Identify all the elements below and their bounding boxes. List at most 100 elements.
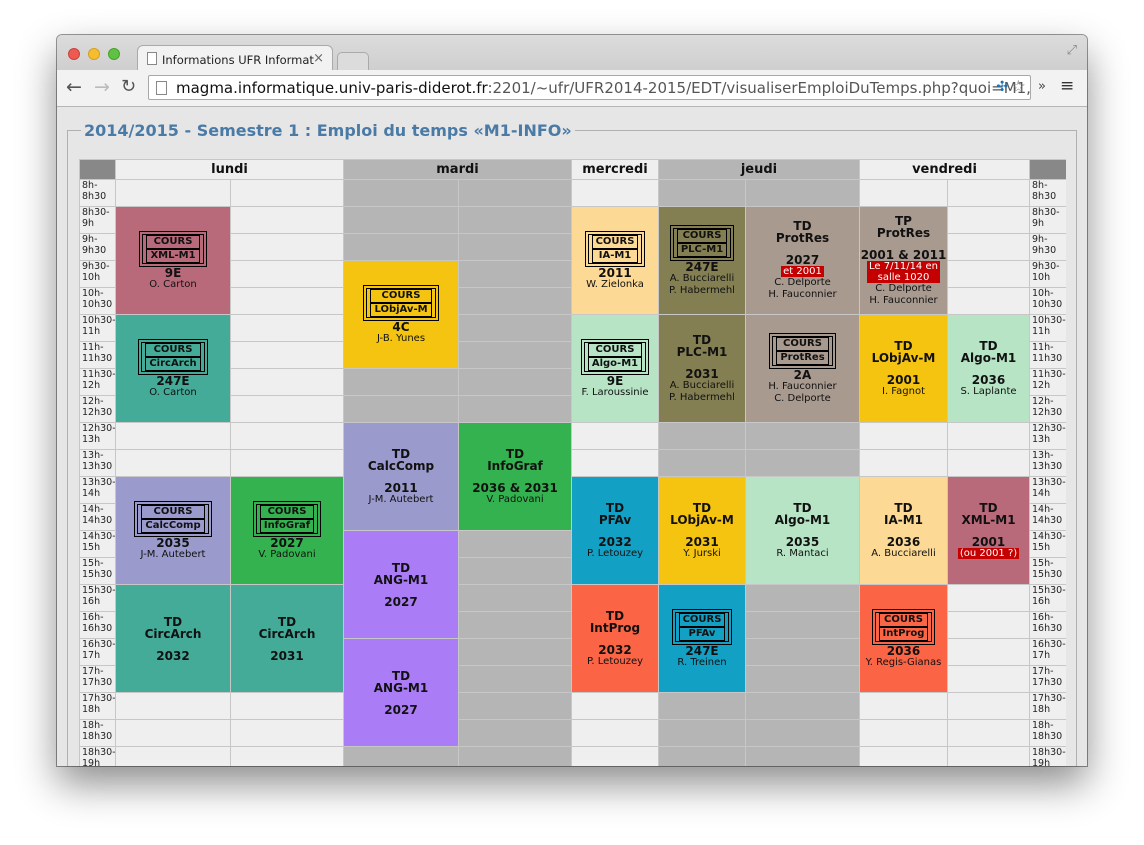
time-label: 15h30- 16h [80,585,115,611]
course-label-box: COURS PFAv [671,608,733,645]
empty-slot [746,180,859,206]
course-type: TD [163,614,183,629]
course-block: TD PLC-M1 2031 A. Bucciarelli P. Habermehl [659,315,745,422]
teacher: J-M. Autebert [140,548,206,560]
browser-tab[interactable]: Informations UFR Informat × [137,45,333,71]
room: 247E [156,373,190,388]
empty-slot [746,585,859,611]
course-label-box: COURS IA-M1 [584,230,646,267]
module-name: Algo-M1 [774,512,831,527]
empty-slot [231,315,343,341]
time-label: 13h- 13h30 [1030,450,1066,476]
time-label: 9h- 9h30 [1030,234,1066,260]
address-bar[interactable]: magma.informatique.univ-paris-diderot.fr… [148,75,1031,100]
time-label: 9h30- 10h [1030,261,1066,287]
time-label: 18h30- 19h [1030,747,1066,766]
empty-slot [459,720,571,746]
course-label-box: COURS PLC-M1 [669,224,735,261]
empty-slot [231,342,343,368]
module-name: XML-M1 [146,248,200,263]
empty-slot [344,207,458,233]
time-label: 18h30- 19h [80,747,115,766]
empty-slot [948,234,1029,260]
room: 247E [685,259,719,274]
teacher: V. Padovani [258,548,316,560]
course-label: COURS InfoGraf [255,503,319,534]
teacher: O. Carton [149,386,197,398]
empty-slot [948,450,1029,476]
time-label: 13h- 13h30 [80,450,115,476]
room: 2011 [384,480,418,495]
course-type: TD [692,332,712,347]
zoom-window-button[interactable] [108,48,120,60]
time-label: 14h30- 15h [1030,531,1066,557]
teacher: S. Laplante [960,385,1017,397]
course-type: COURS [259,504,315,519]
course-type: COURS [146,234,200,249]
teacher: V. Padovani [486,493,544,505]
time-label: 13h30- 14h [80,477,115,503]
forward-arrow-icon[interactable]: → [94,76,110,98]
module-name: IntProg [878,626,929,641]
empty-slot [459,396,571,422]
time-label: 16h- 16h30 [1030,612,1066,638]
corner-cell [1030,160,1066,179]
corner-cell [80,160,115,179]
course-block: TD IA-M1 2036 A. Bucciarelli [860,477,947,584]
empty-slot [659,720,745,746]
day-header: mardi [344,160,571,179]
time-label: 9h30- 10h [80,261,115,287]
empty-slot [860,693,947,719]
time-label: 16h30- 17h [80,639,115,665]
course-type: TD [979,338,998,353]
fullscreen-icon[interactable]: ⤢ [1067,43,1077,58]
empty-slot [459,369,571,395]
empty-slot [459,207,571,233]
minimize-window-button[interactable] [88,48,100,60]
bookmark-star-icon[interactable]: ☆ [1011,77,1026,97]
menu-icon[interactable]: ≡ [1060,76,1074,96]
browser-toolbar: ← → ↻ magma.informatique.univ-paris-dide… [57,70,1087,107]
course-label-box: COURS CalcComp [134,500,212,537]
empty-slot [948,585,1029,611]
reload-icon[interactable]: ↻ [121,76,136,97]
empty-slot [231,288,343,314]
empty-slot [948,612,1029,638]
empty-slot [948,747,1029,766]
empty-slot [948,288,1029,314]
tab-close-icon[interactable]: × [313,51,324,66]
teacher: J-M. Autebert [368,493,434,505]
course-block: TD XML-M1 2001 (ou 2001 ?) [948,477,1029,584]
empty-slot [948,639,1029,665]
course-label-box: COURS InfoGraf [252,500,322,537]
time-label: 8h30- 9h [80,207,115,233]
empty-slot [459,180,571,206]
course-type: COURS [587,342,643,357]
time-label: 17h30- 18h [80,693,115,719]
room: 2027 [785,253,820,267]
more-extensions-button[interactable]: » [1038,79,1046,94]
module-name: InfoGraf [487,458,543,473]
close-window-button[interactable] [68,48,80,60]
time-label: 10h30- 11h [1030,315,1066,341]
empty-slot [231,747,343,766]
room: 2001 & 2011 [860,247,947,262]
new-tab-button[interactable] [337,52,369,71]
room: 9E [606,373,624,388]
empty-slot [746,666,859,692]
course-block: TD ANG-M1 2027 [344,639,458,746]
course-label: COURS PFAv [674,611,730,642]
time-label: 17h30- 18h [1030,693,1066,719]
course-block: COURS XML-M1 9E O. Carton [116,207,230,314]
time-label: 10h- 10h30 [80,288,115,314]
empty-slot [231,261,343,287]
course-type: COURS [591,234,639,249]
extension-icon[interactable]: ✣ [996,79,1008,95]
room: 4C [392,319,410,334]
module-name: Algo-M1 [960,350,1017,365]
back-arrow-icon[interactable]: ← [66,76,82,98]
course-label: COURS CalcComp [137,503,209,534]
empty-slot [459,585,571,611]
course-type: COURS [370,288,432,303]
teacher: A. Bucciarelli P. Habermehl [669,272,735,296]
